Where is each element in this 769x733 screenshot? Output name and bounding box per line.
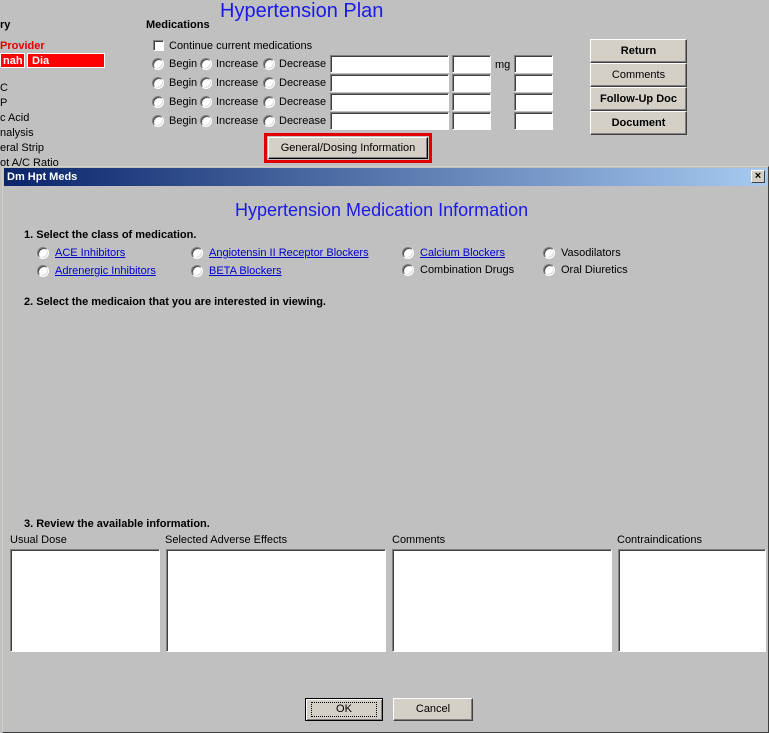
- increase-radio[interactable]: [200, 115, 212, 127]
- ok-button[interactable]: OK: [305, 698, 383, 721]
- class-option-angiotensin-ii-receptor-blockers[interactable]: Angiotensin II Receptor Blockers: [191, 247, 369, 259]
- comments-label: Comments: [392, 534, 446, 546]
- class-link[interactable]: BETA Blockers: [209, 265, 282, 277]
- contraindications-box[interactable]: [618, 549, 766, 652]
- class-label: Oral Diuretics: [561, 264, 628, 276]
- frequency-field[interactable]: [514, 112, 553, 130]
- class-label: Combination Drugs: [420, 264, 515, 276]
- adverse-effects-label: Selected Adverse Effects: [165, 534, 288, 546]
- increase-label: Increase: [216, 96, 259, 108]
- class-option-vasodilators[interactable]: Vasodilators: [543, 247, 621, 259]
- begin-radio[interactable]: [152, 77, 164, 89]
- class-link[interactable]: Adrenergic Inhibitors: [55, 265, 156, 277]
- medication-name-field[interactable]: [330, 74, 449, 92]
- radio-button[interactable]: [191, 247, 203, 259]
- provider-cell: nah: [0, 53, 25, 68]
- sidebar-item[interactable]: P: [0, 97, 7, 109]
- provider-cell: Dia: [27, 53, 105, 68]
- class-link[interactable]: Angiotensin II Receptor Blockers: [209, 247, 369, 259]
- decrease-label: Decrease: [279, 58, 327, 70]
- sidebar-item[interactable]: nalysis: [0, 127, 34, 139]
- decrease-radio[interactable]: [263, 115, 275, 127]
- dose-field[interactable]: [452, 74, 491, 92]
- class-label: Vasodilators: [561, 247, 621, 259]
- radio-button[interactable]: [402, 247, 414, 259]
- usual-dose-box[interactable]: [10, 549, 160, 652]
- increase-radio[interactable]: [200, 58, 212, 70]
- decrease-label: Decrease: [279, 115, 327, 127]
- step1-label: 1. Select the class of medication.: [24, 229, 197, 241]
- increase-label: Increase: [216, 77, 259, 89]
- dose-field[interactable]: [452, 93, 491, 111]
- increase-radio[interactable]: [200, 77, 212, 89]
- class-option-ace-inhibitors[interactable]: ACE Inhibitors: [37, 247, 125, 259]
- radio-button[interactable]: [37, 265, 49, 277]
- radio-button[interactable]: [191, 265, 203, 277]
- increase-label: Increase: [216, 115, 259, 127]
- sidebar-item[interactable]: C: [0, 82, 8, 94]
- dose-field[interactable]: [452, 55, 491, 73]
- sidebar-item[interactable]: c Acid: [0, 112, 29, 124]
- class-option-beta-blockers[interactable]: BETA Blockers: [191, 265, 282, 277]
- decrease-radio[interactable]: [263, 96, 275, 108]
- begin-radio[interactable]: [152, 115, 164, 127]
- begin-label: Begin: [169, 58, 198, 70]
- medication-name-field[interactable]: [330, 93, 449, 111]
- begin-label: Begin: [169, 96, 198, 108]
- dialog-heading: Hypertension Medication Information: [235, 200, 529, 220]
- decrease-radio[interactable]: [263, 58, 275, 70]
- step3-label: 3. Review the available information.: [24, 518, 210, 530]
- comments-box[interactable]: [392, 549, 612, 652]
- begin-radio[interactable]: [152, 58, 164, 70]
- class-option-adrenergic-inhibitors[interactable]: Adrenergic Inhibitors: [37, 265, 156, 277]
- contraindications-label: Contraindications: [617, 534, 702, 546]
- begin-label: Begin: [169, 77, 198, 89]
- dialog-titlebar[interactable]: Dm Hpt Meds ×: [4, 168, 767, 186]
- ok-label: OK: [311, 702, 377, 717]
- begin-label: Begin: [169, 115, 198, 127]
- frequency-field[interactable]: [514, 74, 553, 92]
- continue-medications-checkbox[interactable]: [153, 40, 164, 51]
- increase-radio[interactable]: [200, 96, 212, 108]
- usual-dose-label: Usual Dose: [10, 534, 67, 546]
- class-option-combination-drugs[interactable]: Combination Drugs: [402, 264, 514, 276]
- medication-name-field[interactable]: [330, 112, 449, 130]
- close-icon[interactable]: ×: [751, 170, 765, 183]
- left-section-header: ry: [0, 19, 11, 31]
- continue-medications-label: Continue current medications: [169, 40, 313, 52]
- provider-label: Provider: [0, 40, 45, 52]
- decrease-label: Decrease: [279, 77, 327, 89]
- medications-heading: Medications: [146, 19, 210, 31]
- page-title: Hypertension Plan: [220, 0, 384, 22]
- class-option-calcium-blockers[interactable]: Calcium Blockers: [402, 247, 505, 259]
- unit-label: mg: [495, 59, 511, 71]
- return-button[interactable]: Return: [590, 39, 687, 63]
- document-button[interactable]: Document: [590, 111, 687, 135]
- radio-button[interactable]: [543, 247, 555, 259]
- follow-up-doc-button[interactable]: Follow-Up Doc: [590, 87, 687, 111]
- sidebar-item[interactable]: eral Strip: [0, 142, 44, 154]
- general-dosing-info-button[interactable]: General/Dosing Information: [268, 137, 428, 159]
- medication-info-dialog: Dm Hpt Meds × Hypertension Medication In…: [2, 166, 769, 733]
- medication-name-field[interactable]: [330, 55, 449, 73]
- class-option-oral-diuretics[interactable]: Oral Diuretics: [543, 264, 628, 276]
- dialog-title: Dm Hpt Meds: [7, 171, 78, 183]
- class-link[interactable]: ACE Inhibitors: [55, 247, 125, 259]
- adverse-effects-box[interactable]: [166, 549, 386, 652]
- frequency-field[interactable]: [514, 93, 553, 111]
- comments-button[interactable]: Comments: [590, 63, 687, 87]
- cancel-button[interactable]: Cancel: [393, 698, 473, 721]
- step2-label: 2. Select the medicaion that you are int…: [24, 296, 326, 308]
- radio-button[interactable]: [402, 264, 414, 276]
- decrease-radio[interactable]: [263, 77, 275, 89]
- decrease-label: Decrease: [279, 96, 327, 108]
- radio-button[interactable]: [543, 264, 555, 276]
- radio-button[interactable]: [37, 247, 49, 259]
- dose-field[interactable]: [452, 112, 491, 130]
- frequency-field[interactable]: [514, 55, 553, 73]
- increase-label: Increase: [216, 58, 259, 70]
- class-link[interactable]: Calcium Blockers: [420, 247, 505, 259]
- begin-radio[interactable]: [152, 96, 164, 108]
